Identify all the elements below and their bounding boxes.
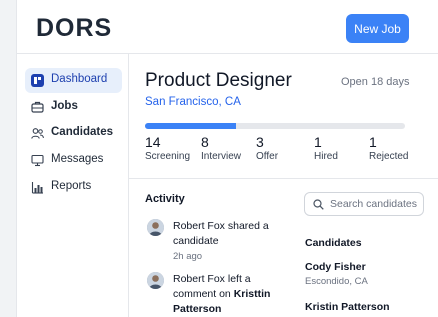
- candidate-location: Escondido, CA: [305, 276, 368, 287]
- sidebar-item-label: Jobs: [51, 100, 78, 112]
- pipeline-progress-fill: [145, 123, 236, 129]
- open-days-label: Open 18 days: [341, 76, 410, 88]
- stat-value: 14: [145, 134, 161, 150]
- section-divider: [129, 178, 438, 179]
- bar-chart-icon: [31, 182, 43, 194]
- sidebar: Dashboard Jobs Candidates Messages Repor…: [17, 54, 129, 317]
- job-detail-panel: Product Designer Open 18 days San Franci…: [129, 54, 438, 317]
- candidate-name: Cody Fisher: [305, 261, 366, 273]
- activity-actor: Robert Fox: [173, 220, 225, 232]
- stat-hired[interactable]: 1 Hired: [314, 134, 338, 162]
- activity-text: Robert Fox left a comment on Kristtin Pa…: [173, 272, 285, 317]
- candidates-heading: Candidates: [305, 237, 362, 249]
- candidate-item[interactable]: Cody Fisher Escondido, CA: [305, 261, 368, 287]
- job-location: San Francisco, CA: [145, 96, 241, 108]
- activity-actor: Robert Fox: [173, 273, 225, 285]
- avatar: [147, 219, 164, 236]
- sidebar-item-label: Dashboard: [51, 73, 108, 85]
- stat-label: Hired: [314, 151, 338, 162]
- stat-interview[interactable]: 8 Interview: [201, 134, 241, 162]
- search-icon: [313, 199, 324, 210]
- pipeline-progress-bar: [145, 123, 405, 129]
- monitor-icon: [31, 154, 44, 167]
- stat-label: Interview: [201, 151, 242, 162]
- search-placeholder: Search candidates: [330, 198, 417, 210]
- sidebar-item-dashboard[interactable]: Dashboard: [25, 68, 122, 93]
- avatar: [147, 272, 164, 289]
- stat-value: 1: [314, 134, 322, 150]
- users-icon: [31, 128, 44, 139]
- stat-screening[interactable]: 14 Screening: [145, 134, 190, 162]
- sidebar-item-label: Reports: [51, 180, 92, 192]
- stat-offer[interactable]: 3 Offer: [256, 134, 278, 162]
- stat-value: 3: [256, 134, 264, 150]
- avatar-image: [147, 272, 164, 289]
- activity-text: Robert Fox shared a candidate 2h ago: [173, 219, 285, 264]
- stat-rejected[interactable]: 1 Rejected: [369, 134, 408, 162]
- search-candidates-input[interactable]: Search candidates: [304, 192, 424, 216]
- stat-value: 8: [201, 134, 209, 150]
- sidebar-item-label: Messages: [51, 153, 104, 165]
- sidebar-item-jobs[interactable]: Jobs: [25, 95, 122, 120]
- activity-time: 2h ago: [173, 251, 203, 262]
- app-window: DORS New Job Dashboard Jobs Candidates M…: [16, 0, 438, 317]
- app-logo: DORS: [36, 14, 113, 42]
- top-header: DORS New Job: [17, 0, 438, 54]
- stat-label: Offer: [256, 151, 279, 162]
- stat-label: Rejected: [369, 151, 409, 162]
- dashboard-icon: [31, 74, 44, 87]
- activity-heading: Activity: [145, 193, 185, 205]
- sidebar-item-candidates[interactable]: Candidates: [25, 121, 122, 146]
- sidebar-item-reports[interactable]: Reports: [25, 175, 122, 200]
- briefcase-icon: [31, 101, 44, 113]
- candidate-name: Kristin Patterson: [305, 301, 390, 313]
- new-job-button[interactable]: New Job: [346, 14, 409, 43]
- sidebar-item-messages[interactable]: Messages: [25, 148, 122, 173]
- stat-value: 1: [369, 134, 377, 150]
- job-title: Product Designer: [145, 70, 292, 91]
- candidate-item[interactable]: Kristin Patterson: [305, 301, 390, 313]
- sidebar-item-label: Candidates: [51, 126, 113, 138]
- stat-label: Screening: [145, 151, 191, 162]
- avatar-image: [147, 219, 164, 236]
